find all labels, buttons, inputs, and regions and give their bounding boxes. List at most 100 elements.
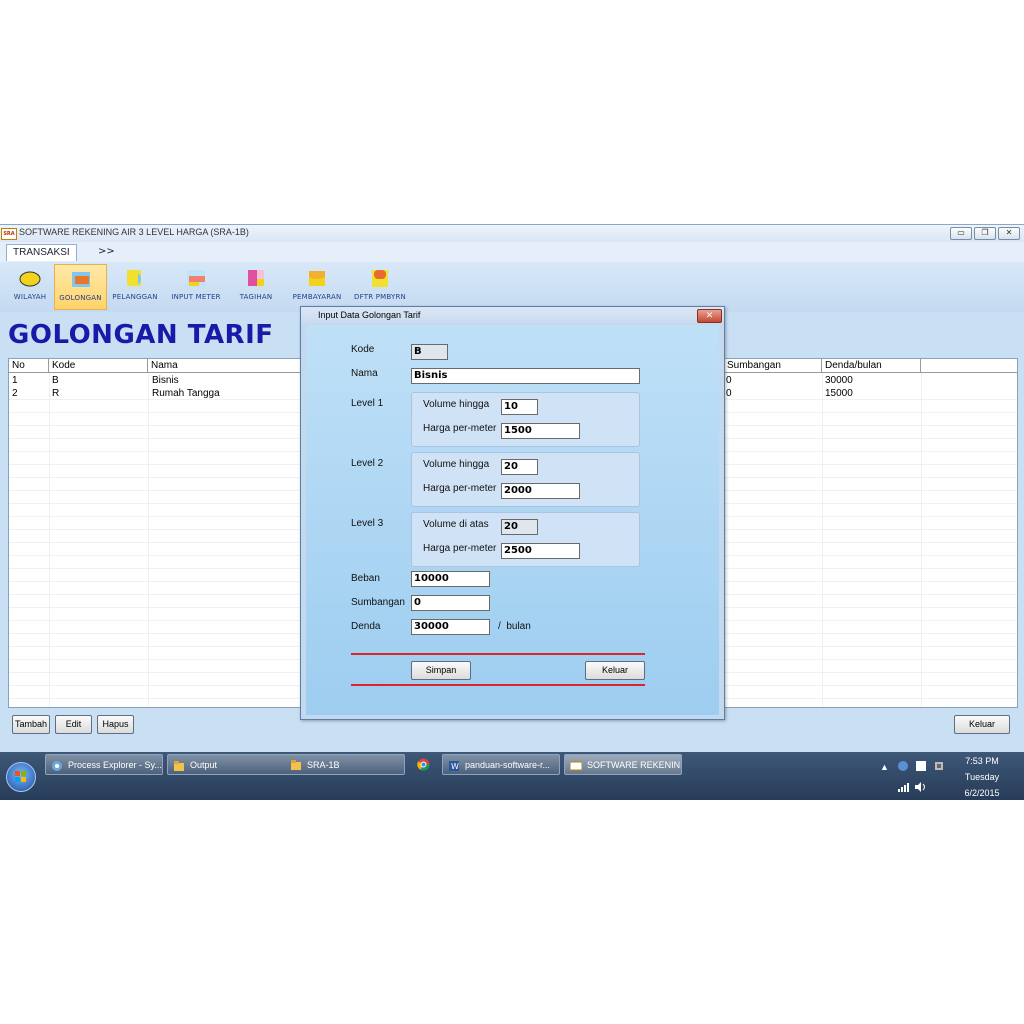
page-title: GOLONGAN TARIF [8, 320, 274, 350]
tray-expand-button[interactable]: ▲ [880, 762, 889, 772]
level3-harga-field[interactable]: 2500 [501, 543, 580, 559]
level2-harga-label: Harga per-meter [423, 483, 497, 494]
dialog-body: Kode B Nama Bisnis Level 1 Volume hingga… [306, 325, 719, 715]
toolbar-golongan[interactable]: GOLONGAN [54, 264, 107, 310]
tray-flag-icon[interactable] [915, 760, 927, 772]
taskbar-item-label: SRA-1B [307, 760, 340, 770]
volume-icon[interactable] [914, 782, 928, 792]
level1-volume-label: Volume hingga [423, 399, 490, 410]
level1-volume-field[interactable]: 10 [501, 399, 538, 415]
word-icon: W [448, 759, 460, 771]
beban-field[interactable]: 10000 [411, 571, 490, 587]
toolbar: WILAYAH GOLONGAN PELANGGAN INPUT METER T… [0, 262, 1024, 312]
cell-denda: 30000 [825, 375, 853, 386]
toolbar-dftr-pmbyrn[interactable]: DFTR PMBYRN [350, 264, 410, 308]
process-explorer-icon [51, 759, 63, 771]
column-header-kode[interactable]: Kode [49, 359, 148, 373]
tambah-button[interactable]: Tambah [12, 715, 50, 734]
cell-kode: R [52, 388, 60, 399]
toolbar-input-meter[interactable]: INPUT METER [166, 264, 226, 308]
signal-icon[interactable] [897, 782, 911, 792]
toolbar-tagihan[interactable]: TAGIHAN [232, 264, 280, 308]
column-header-denda[interactable]: Denda/bulan [822, 359, 921, 373]
taskbar-item-panduan[interactable]: W panduan-software-r... [442, 754, 560, 775]
tray-network-status-icon[interactable] [897, 760, 909, 772]
folder-icon [291, 760, 301, 770]
toolbar-label: WILAYAH [13, 293, 47, 301]
beban-label: Beban [351, 573, 380, 584]
taskbar: Process Explorer - Sy... Output SRA-1B W… [0, 752, 1024, 800]
taskbar-item-label: SOFTWARE REKENIN... [587, 760, 682, 770]
tagihan-icon [245, 267, 267, 289]
level2-group: Volume hingga 20 Harga per-meter 2000 [411, 452, 640, 507]
toolbar-label: PEMBAYARAN [292, 293, 342, 301]
clock-day[interactable]: Tuesday [952, 772, 1012, 782]
toolbar-label: GOLONGAN [59, 294, 102, 302]
clock-time[interactable]: 7:53 PM [952, 756, 1012, 766]
input-meter-icon [185, 267, 207, 289]
minimize-button[interactable]: ▭ [950, 227, 972, 240]
column-header-empty [921, 359, 1017, 373]
denda-label: Denda [351, 621, 381, 632]
tab-transaksi[interactable]: TRANSAKSI [6, 244, 77, 261]
level1-label: Level 1 [351, 398, 384, 409]
cell-kode: B [52, 375, 59, 386]
sumbangan-field[interactable]: 0 [411, 595, 490, 611]
level1-harga-label: Harga per-meter [423, 423, 497, 434]
dialog-close-button[interactable]: ✕ [697, 309, 722, 323]
more-tabs-button[interactable]: >> [98, 246, 115, 257]
level2-label: Level 2 [351, 458, 384, 469]
level3-volume-field[interactable]: 20 [501, 519, 538, 535]
denda-field[interactable]: 30000 [411, 619, 490, 635]
cell-denda: 15000 [825, 388, 853, 399]
divider-bottom [351, 684, 645, 686]
hapus-button[interactable]: Hapus [97, 715, 134, 734]
cell-nama: Rumah Tangga [152, 388, 220, 399]
keluar-button[interactable]: Keluar [954, 715, 1010, 734]
level3-label: Level 3 [351, 518, 384, 529]
level2-volume-field[interactable]: 20 [501, 459, 538, 475]
sra-app-icon [569, 759, 583, 771]
denda-unit-label: / bulan [498, 621, 531, 632]
level3-harga-label: Harga per-meter [423, 543, 497, 554]
input-golongan-dialog: Input Data Golongan Tarif ✕ Kode B Nama … [300, 306, 725, 720]
taskbar-item-process-explorer[interactable]: Process Explorer - Sy... [45, 754, 163, 775]
level1-harga-field[interactable]: 1500 [501, 423, 580, 439]
nama-field[interactable]: Bisnis [411, 368, 640, 384]
column-header-sumbangan[interactable]: Sumbangan [723, 359, 822, 373]
level2-harga-field[interactable]: 2000 [501, 483, 580, 499]
chrome-icon[interactable] [417, 758, 430, 771]
window-title: SOFTWARE REKENING AIR 3 LEVEL HARGA (SRA… [19, 227, 249, 237]
divider-top [351, 653, 645, 655]
toolbar-label: DFTR PMBYRN [354, 293, 406, 301]
daftar-pembayaran-icon [369, 267, 391, 289]
dialog-title: Input Data Golongan Tarif [318, 310, 421, 320]
kode-label: Kode [351, 344, 375, 355]
close-window-button[interactable]: ✕ [998, 227, 1020, 240]
edit-button[interactable]: Edit [55, 715, 92, 734]
kode-field[interactable]: B [411, 344, 448, 360]
title-bar: SRA SOFTWARE REKENING AIR 3 LEVEL HARGA … [0, 225, 1024, 243]
dialog-keluar-button[interactable]: Keluar [585, 661, 645, 680]
toolbar-wilayah[interactable]: WILAYAH [8, 264, 52, 308]
taskbar-item-label: Process Explorer - Sy... [68, 760, 162, 770]
taskbar-item-output[interactable]: Output SRA-1B [167, 754, 405, 775]
clock-date[interactable]: 6/2/2015 [952, 788, 1012, 798]
pelanggan-icon [124, 267, 146, 289]
app-logo-icon: SRA [1, 228, 17, 240]
toolbar-pelanggan[interactable]: PELANGGAN [108, 264, 162, 308]
pembayaran-icon [306, 267, 328, 289]
toolbar-label: INPUT METER [171, 293, 221, 301]
level3-volume-label: Volume di atas [423, 519, 489, 530]
nama-label: Nama [351, 368, 378, 379]
level2-volume-label: Volume hingga [423, 459, 490, 470]
tray-app-icon[interactable] [933, 760, 945, 772]
start-button[interactable] [6, 762, 36, 792]
windows-logo-icon [15, 771, 26, 782]
simpan-button[interactable]: Simpan [411, 661, 471, 680]
cell-no: 2 [12, 388, 18, 399]
column-header-no[interactable]: No [9, 359, 49, 373]
toolbar-pembayaran[interactable]: PEMBAYARAN [288, 264, 346, 308]
restore-button[interactable]: ❐ [974, 227, 996, 240]
taskbar-item-sra-app[interactable]: SOFTWARE REKENIN... [564, 754, 682, 775]
